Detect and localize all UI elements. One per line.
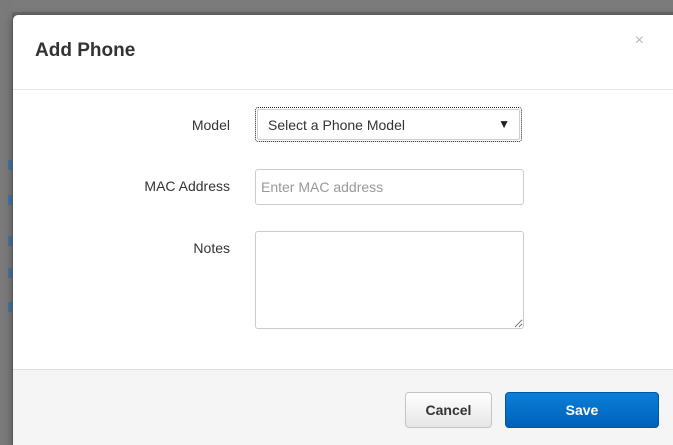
add-phone-dialog: Add Phone × Model Select a Phone Model ▼… — [13, 15, 673, 445]
background-link-fragment — [8, 236, 12, 246]
phone-model-select[interactable]: Select a Phone Model ▼ — [255, 107, 522, 142]
background-sidebar-strip — [0, 0, 12, 445]
background-link-fragment — [8, 268, 12, 278]
dialog-header: Add Phone × — [13, 15, 673, 90]
notes-label: Notes — [193, 240, 230, 256]
save-button[interactable]: Save — [505, 392, 659, 428]
dropdown-arrow-icon: ▼ — [498, 117, 510, 131]
dialog-title: Add Phone — [35, 40, 136, 61]
mac-address-input[interactable] — [255, 169, 524, 205]
cancel-button[interactable]: Cancel — [405, 392, 492, 428]
model-label: Model — [191, 117, 230, 133]
background-link-fragment — [8, 195, 12, 205]
background-link-fragment — [8, 302, 12, 312]
dialog-footer: Cancel Save — [13, 369, 673, 445]
background-link-fragment — [8, 160, 12, 170]
close-icon[interactable]: × — [635, 33, 644, 49]
mac-address-label: MAC Address — [144, 178, 230, 194]
select-value: Select a Phone Model — [268, 117, 405, 133]
notes-textarea[interactable] — [255, 231, 524, 329]
background-header-strip — [0, 0, 673, 12]
